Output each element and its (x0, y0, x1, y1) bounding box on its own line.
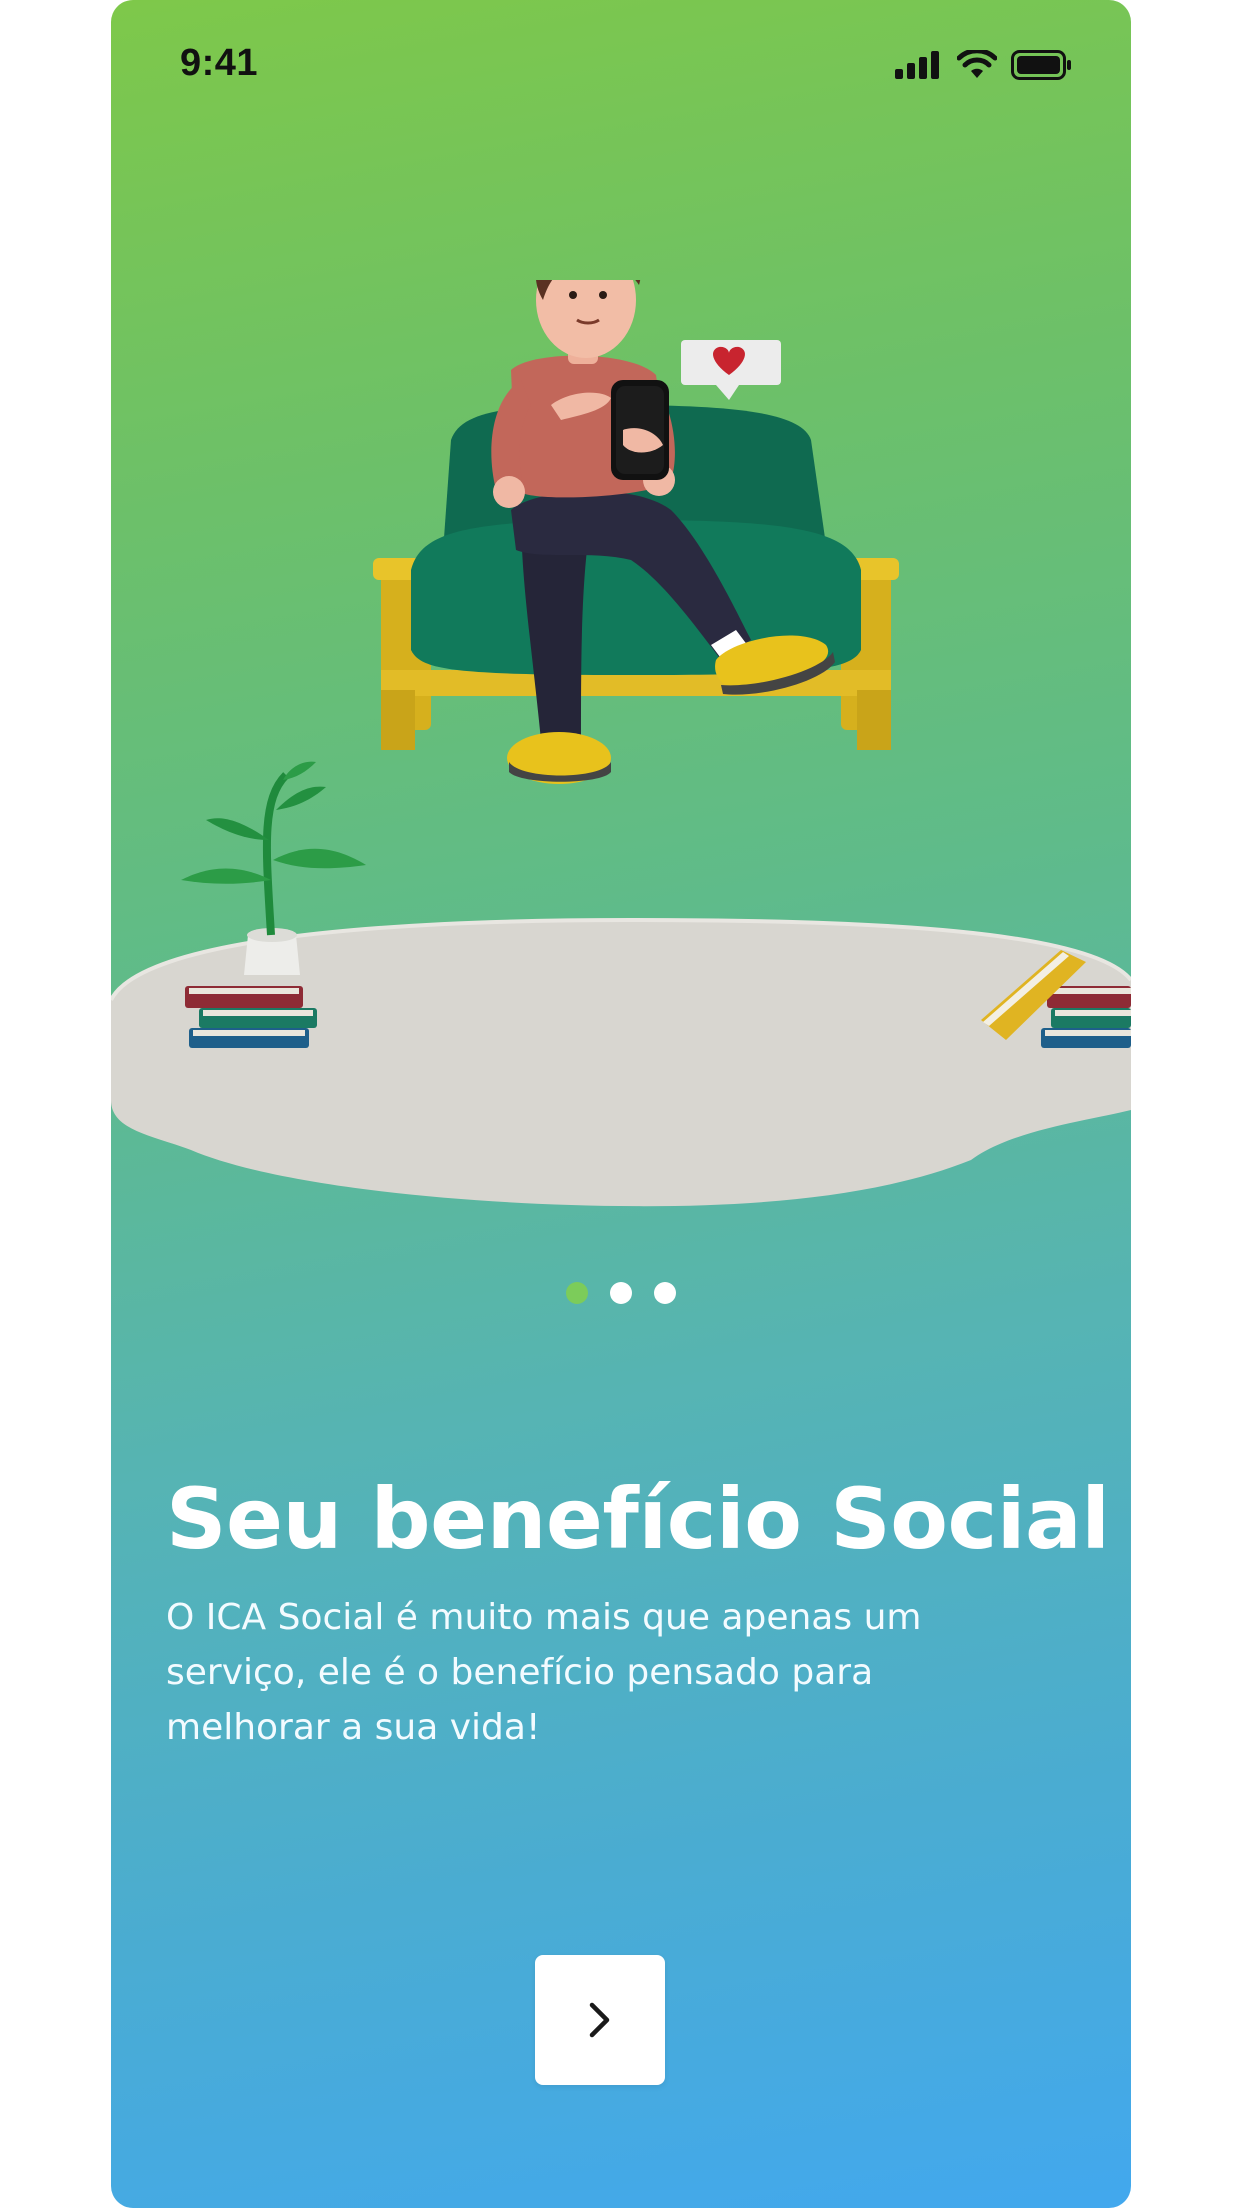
status-time: 9:41 (180, 42, 259, 84)
onboarding-title: Seu benefício Social (166, 1470, 1110, 1568)
next-button[interactable] (535, 1955, 665, 2085)
status-bar: 9:41 (111, 0, 1131, 110)
pagination-dot[interactable] (654, 1282, 676, 1304)
pagination-dots (111, 1282, 1131, 1304)
heart-message-bubble (681, 340, 781, 400)
chevron-right-icon (589, 2002, 610, 2038)
status-icons (895, 50, 1073, 80)
cellular-signal-icon (895, 51, 939, 79)
battery-icon (1011, 50, 1071, 80)
pagination-dot-active[interactable] (566, 1282, 588, 1304)
book-stack-left (185, 986, 317, 1048)
phone-screen: 9:41 Seu benefício Social O ICA Social é… (111, 0, 1131, 2208)
wifi-icon (957, 50, 997, 78)
onboarding-illustration (111, 280, 1131, 1207)
pagination-dot[interactable] (610, 1282, 632, 1304)
onboarding-description: O ICA Social é muito mais que apenas um … (166, 1597, 922, 1748)
